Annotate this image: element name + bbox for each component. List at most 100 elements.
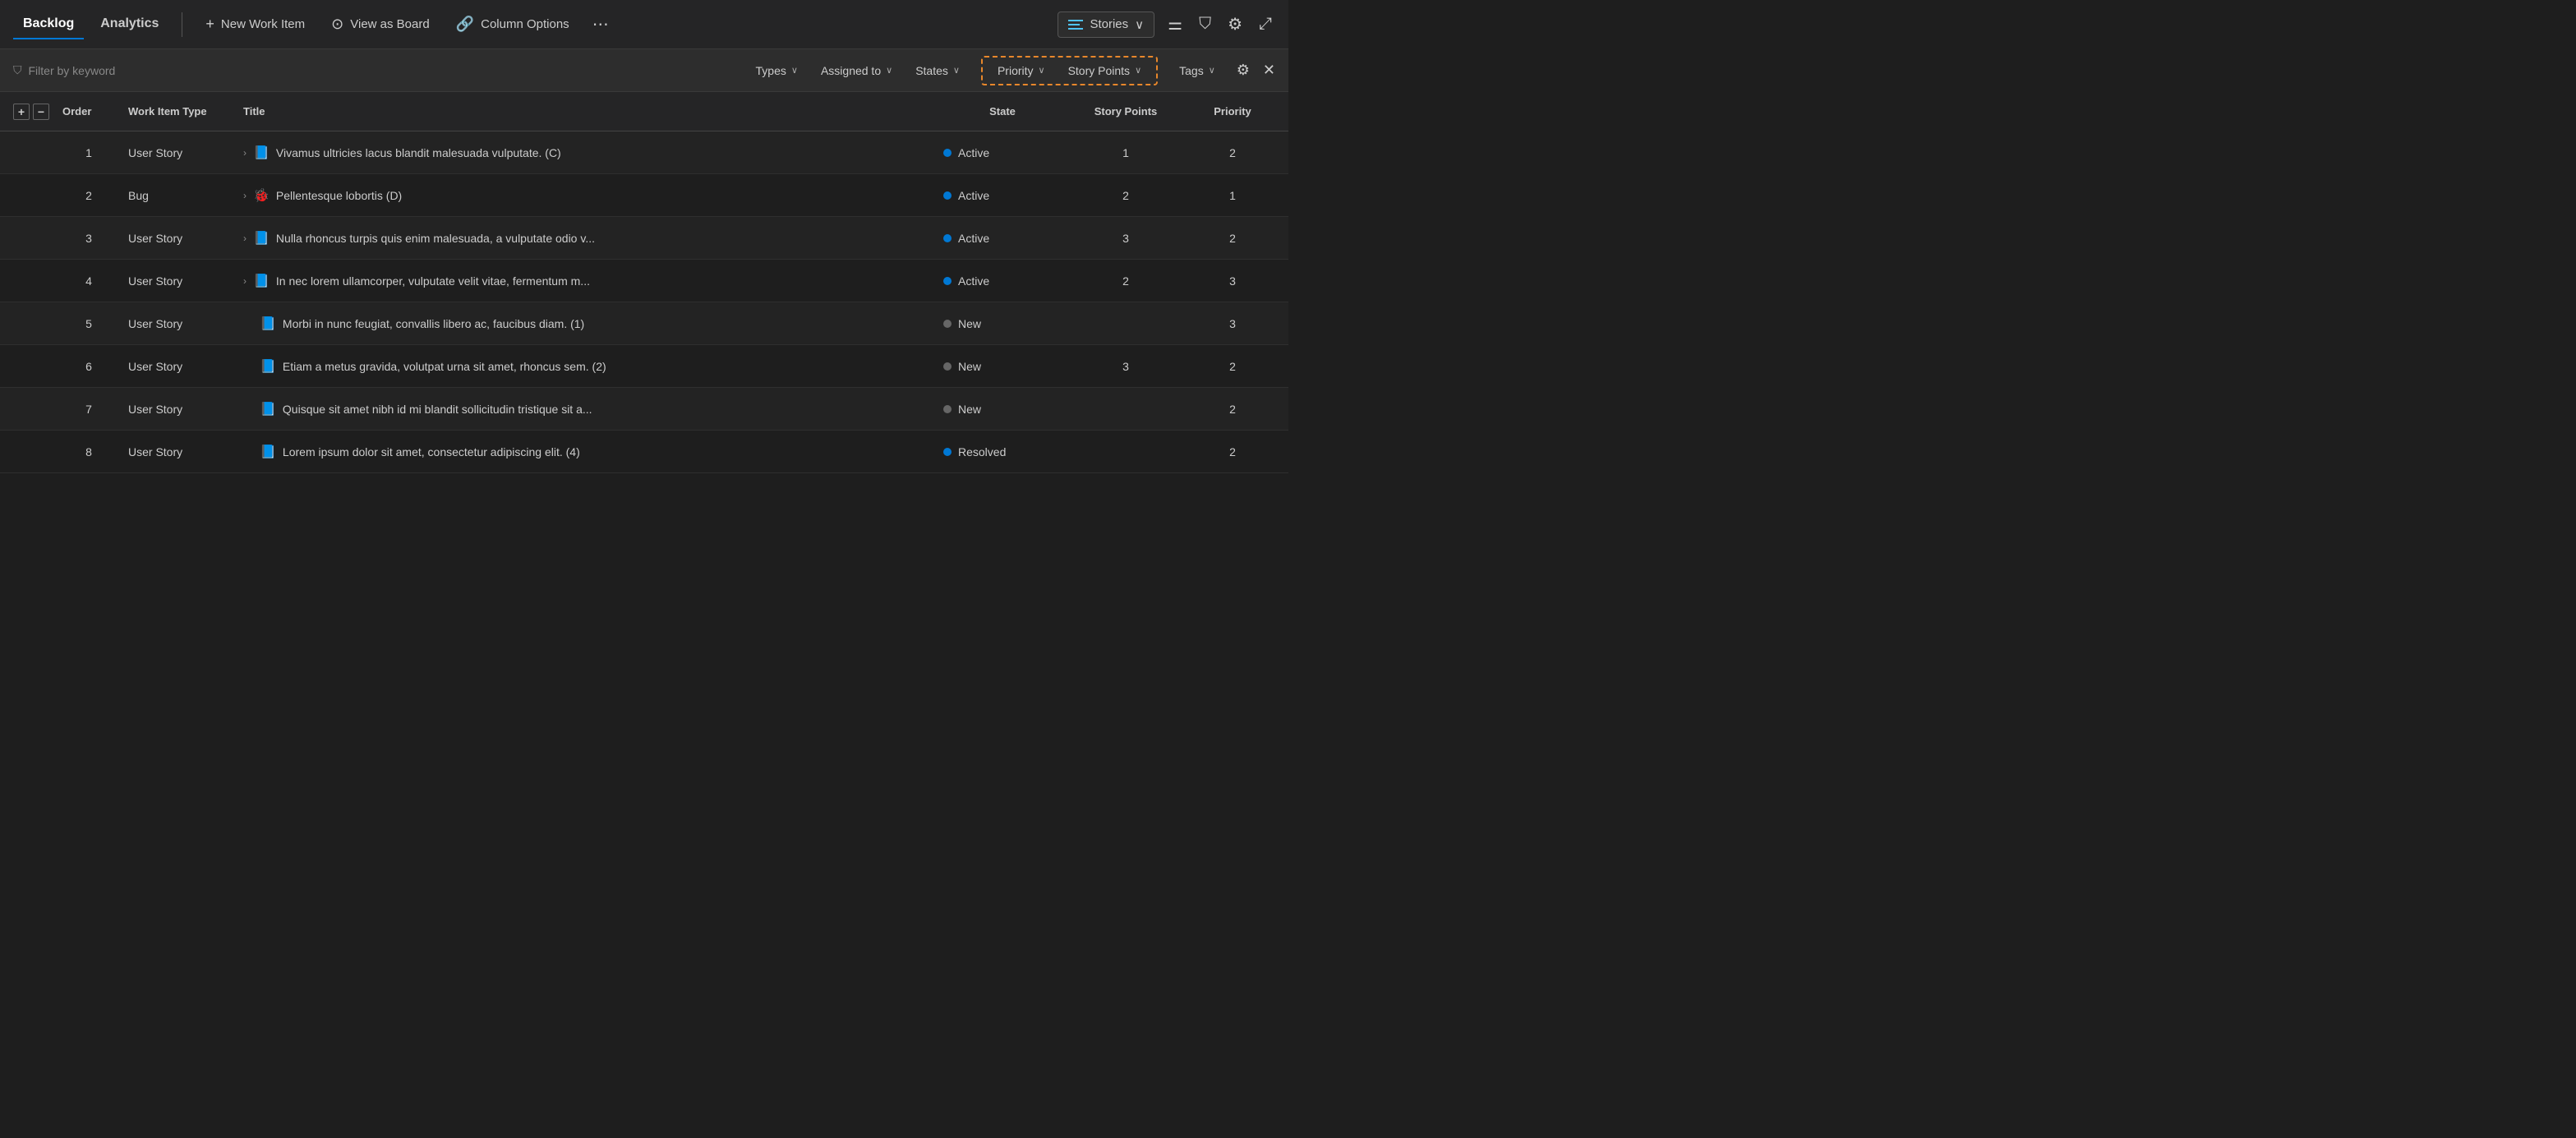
story-points-chevron: ∨ bbox=[1135, 65, 1141, 76]
filter-icon[interactable]: ⛉ bbox=[1196, 12, 1214, 37]
td-state-3: Active bbox=[937, 274, 1068, 288]
title-text-0: Vivamus ultricies lacus blandit malesuad… bbox=[276, 146, 561, 159]
td-title-1[interactable]: › 🐞 Pellentesque lobortis (D) bbox=[237, 187, 937, 204]
td-state-1: Active bbox=[937, 189, 1068, 202]
settings-icon[interactable]: ⚙ bbox=[1224, 11, 1246, 38]
state-dot-4 bbox=[943, 320, 952, 328]
state-dot-6 bbox=[943, 405, 952, 413]
more-options-button[interactable]: ⋯ bbox=[586, 11, 615, 38]
table-row[interactable]: 6 User Story 📘 Etiam a metus gravida, vo… bbox=[0, 345, 1288, 388]
state-label-7: Resolved bbox=[958, 445, 1006, 458]
td-title-6[interactable]: 📘 Quisque sit amet nibh id mi blandit so… bbox=[237, 401, 937, 417]
title-text-4: Morbi in nunc feugiat, convallis libero … bbox=[283, 317, 584, 330]
filter-close-icon[interactable]: ✕ bbox=[1263, 62, 1275, 79]
stories-dropdown-button[interactable]: Stories ∨ bbox=[1058, 12, 1154, 38]
story-points-label: Story Points bbox=[1068, 64, 1130, 77]
td-priority-7: 2 bbox=[1183, 445, 1282, 458]
types-filter[interactable]: Types ∨ bbox=[748, 61, 806, 81]
td-state-2: Active bbox=[937, 232, 1068, 245]
expand-all-icon[interactable]: + bbox=[13, 104, 30, 120]
td-title-3[interactable]: › 📘 In nec lorem ullamcorper, vulputate … bbox=[237, 273, 937, 289]
priority-filter[interactable]: Priority ∨ bbox=[989, 61, 1053, 81]
new-work-item-button[interactable]: + New Work Item bbox=[196, 11, 315, 38]
td-order-num-6: 7 bbox=[56, 403, 122, 416]
td-type-5: User Story bbox=[122, 360, 237, 373]
table-body: 1 User Story › 📘 Vivamus ultricies lacus… bbox=[0, 131, 1288, 473]
title-text-2: Nulla rhoncus turpis quis enim malesuada… bbox=[276, 232, 595, 245]
expand-icon[interactable]: ⤢ bbox=[1256, 12, 1275, 37]
td-order-num-1: 2 bbox=[56, 189, 122, 202]
title-text-6: Quisque sit amet nibh id mi blandit soll… bbox=[283, 403, 592, 416]
td-priority-6: 2 bbox=[1183, 403, 1282, 416]
list-view-icon bbox=[1068, 20, 1083, 30]
th-story-points: Story Points bbox=[1068, 105, 1183, 117]
table-row[interactable]: 4 User Story › 📘 In nec lorem ullamcorpe… bbox=[0, 260, 1288, 302]
row-chevron[interactable]: › bbox=[243, 275, 247, 287]
tags-chevron: ∨ bbox=[1209, 65, 1215, 76]
view-settings-icon[interactable]: ⚌ bbox=[1164, 11, 1186, 38]
user-story-icon: 📘 bbox=[260, 444, 276, 460]
row-chevron[interactable]: › bbox=[243, 147, 247, 159]
td-type-2: User Story bbox=[122, 232, 237, 245]
table-row[interactable]: 7 User Story 📘 Quisque sit amet nibh id … bbox=[0, 388, 1288, 431]
backlog-table: + − Order Work Item Type Title State Sto… bbox=[0, 92, 1288, 569]
highlighted-filter-group: Priority ∨ Story Points ∨ bbox=[981, 56, 1158, 85]
column-options-button[interactable]: 🔗 Column Options bbox=[446, 11, 579, 38]
row-chevron[interactable]: › bbox=[243, 233, 247, 244]
state-label-3: Active bbox=[958, 274, 989, 288]
story-points-filter[interactable]: Story Points ∨ bbox=[1060, 61, 1150, 81]
tab-analytics[interactable]: Analytics bbox=[90, 10, 168, 39]
bug-icon: 🐞 bbox=[253, 187, 270, 204]
assigned-to-filter[interactable]: Assigned to ∨ bbox=[813, 61, 901, 81]
state-dot-7 bbox=[943, 448, 952, 456]
td-priority-5: 2 bbox=[1183, 360, 1282, 373]
state-dot-1 bbox=[943, 191, 952, 200]
table-row[interactable]: 5 User Story 📘 Morbi in nunc feugiat, co… bbox=[0, 302, 1288, 345]
table-row[interactable]: 3 User Story › 📘 Nulla rhoncus turpis qu… bbox=[0, 217, 1288, 260]
view-as-board-button[interactable]: ⊙ View as Board bbox=[321, 11, 440, 38]
td-priority-2: 2 bbox=[1183, 232, 1282, 245]
table-row[interactable]: 2 Bug › 🐞 Pellentesque lobortis (D) Acti… bbox=[0, 174, 1288, 217]
filter-search[interactable]: ⛉ Filter by keyword bbox=[13, 63, 735, 77]
th-work-item-type: Work Item Type bbox=[122, 105, 237, 117]
types-chevron: ∨ bbox=[791, 65, 798, 76]
types-label: Types bbox=[756, 64, 786, 77]
tags-label: Tags bbox=[1179, 64, 1204, 77]
states-filter[interactable]: States ∨ bbox=[907, 61, 968, 81]
table-row[interactable]: 1 User Story › 📘 Vivamus ultricies lacus… bbox=[0, 131, 1288, 174]
filter-settings-icon[interactable]: ⚙ bbox=[1237, 62, 1250, 79]
td-order-num-2: 3 bbox=[56, 232, 122, 245]
td-title-7[interactable]: 📘 Lorem ipsum dolor sit amet, consectetu… bbox=[237, 444, 937, 460]
td-title-2[interactable]: › 📘 Nulla rhoncus turpis quis enim males… bbox=[237, 230, 937, 246]
td-type-7: User Story bbox=[122, 445, 237, 458]
state-label-5: New bbox=[958, 360, 981, 373]
td-story-points-5: 3 bbox=[1068, 360, 1183, 373]
state-label-1: Active bbox=[958, 189, 989, 202]
td-title-0[interactable]: › 📘 Vivamus ultricies lacus blandit male… bbox=[237, 145, 937, 161]
column-options-label: Column Options bbox=[481, 17, 569, 31]
user-story-icon: 📘 bbox=[253, 145, 270, 161]
states-label: States bbox=[915, 64, 948, 77]
state-label-2: Active bbox=[958, 232, 989, 245]
td-title-5[interactable]: 📘 Etiam a metus gravida, volutpat urna s… bbox=[237, 358, 937, 375]
td-type-3: User Story bbox=[122, 274, 237, 288]
top-nav: Backlog Analytics + New Work Item ⊙ View… bbox=[0, 0, 1288, 49]
title-text-5: Etiam a metus gravida, volutpat urna sit… bbox=[283, 360, 606, 373]
td-priority-4: 3 bbox=[1183, 317, 1282, 330]
state-dot-2 bbox=[943, 234, 952, 242]
row-chevron[interactable]: › bbox=[243, 190, 247, 201]
tags-filter[interactable]: Tags ∨ bbox=[1171, 61, 1223, 81]
collapse-all-icon[interactable]: − bbox=[33, 104, 49, 120]
state-dot-0 bbox=[943, 149, 952, 157]
td-type-0: User Story bbox=[122, 146, 237, 159]
td-title-4[interactable]: 📘 Morbi in nunc feugiat, convallis liber… bbox=[237, 316, 937, 332]
board-icon: ⊙ bbox=[331, 16, 343, 33]
nav-right: Stories ∨ ⚌ ⛉ ⚙ ⤢ bbox=[1058, 11, 1275, 38]
td-story-points-0: 1 bbox=[1068, 146, 1183, 159]
tab-backlog[interactable]: Backlog bbox=[13, 10, 84, 39]
stories-chevron: ∨ bbox=[1135, 17, 1144, 32]
th-title: Title bbox=[237, 105, 937, 117]
table-row[interactable]: 8 User Story 📘 Lorem ipsum dolor sit ame… bbox=[0, 431, 1288, 473]
filter-chips: Types ∨ Assigned to ∨ States ∨ bbox=[748, 61, 968, 81]
user-story-icon: 📘 bbox=[260, 401, 276, 417]
